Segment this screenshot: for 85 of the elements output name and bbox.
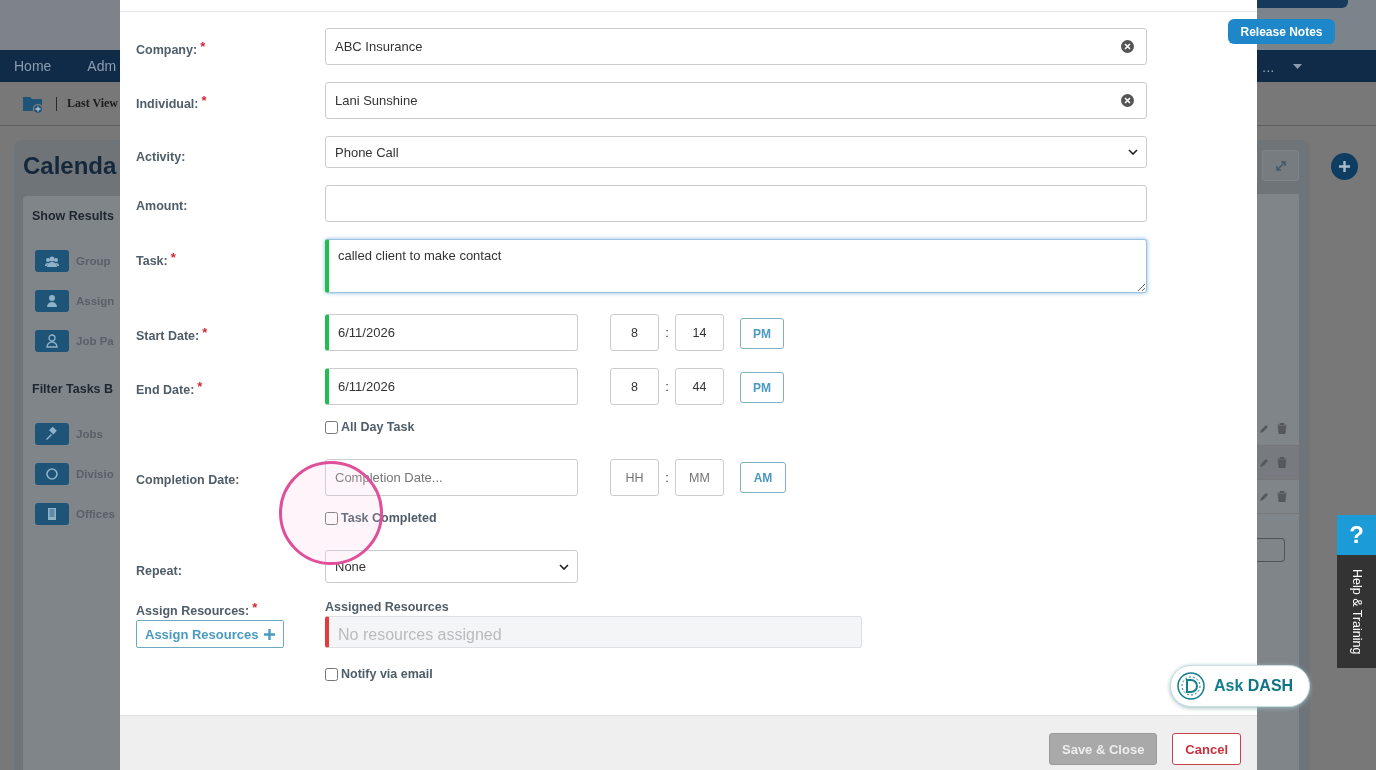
field-label: Task: bbox=[136, 254, 168, 268]
required-mark: * bbox=[201, 93, 207, 108]
filter-button[interactable] bbox=[35, 503, 69, 525]
trash-icon bbox=[1277, 423, 1287, 434]
input-field[interactable]: ABC Insurance bbox=[325, 28, 1147, 65]
input-field[interactable]: Lani Sunshine bbox=[325, 82, 1147, 119]
pencil-icon bbox=[1259, 423, 1269, 434]
date-field[interactable]: 6/11/2026 bbox=[325, 314, 578, 351]
checkbox[interactable] bbox=[325, 420, 338, 434]
input-field[interactable] bbox=[1257, 538, 1285, 562]
minute-field[interactable]: MM bbox=[675, 459, 724, 496]
cancel-button[interactable]: Cancel bbox=[1172, 733, 1241, 765]
task-field[interactable]: called client to make contact bbox=[325, 239, 1147, 293]
help-icon[interactable]: ? bbox=[1337, 515, 1376, 555]
clear-icon[interactable] bbox=[1121, 40, 1134, 53]
field-label: Individual: bbox=[136, 97, 199, 111]
meridiem-toggle[interactable]: PM bbox=[740, 318, 784, 349]
minute-field[interactable]: 44 bbox=[675, 368, 724, 405]
user-icon bbox=[45, 294, 59, 308]
checkbox[interactable] bbox=[325, 511, 338, 525]
empty-message: No resources assigned bbox=[338, 626, 502, 644]
time-separator: : bbox=[664, 469, 670, 487]
nav-link[interactable]: Adm bbox=[87, 58, 117, 74]
help-tab-label[interactable]: Help & Training bbox=[1337, 555, 1376, 668]
select-field[interactable]: Phone Call bbox=[325, 136, 1147, 168]
plus-icon bbox=[1339, 161, 1350, 172]
time-separator: : bbox=[664, 378, 670, 396]
user-outline-icon bbox=[45, 334, 59, 348]
checkbox[interactable] bbox=[325, 667, 338, 681]
field-label: Company: bbox=[136, 43, 198, 57]
field-label: Completion Date: bbox=[136, 473, 240, 487]
field-label: Assign Resources: bbox=[136, 604, 250, 618]
field-label: Amount: bbox=[136, 199, 188, 213]
field-label: Activity: bbox=[136, 150, 186, 164]
filter-button[interactable] bbox=[35, 290, 69, 312]
required-mark: * bbox=[252, 600, 258, 615]
add-button[interactable] bbox=[1331, 153, 1358, 180]
field-label: Repeat: bbox=[136, 564, 182, 578]
hour-field[interactable]: 8 bbox=[610, 314, 659, 351]
button-label[interactable]: Ask DASH bbox=[1214, 677, 1294, 695]
required-mark: * bbox=[202, 325, 208, 340]
chevron-down-icon bbox=[559, 563, 569, 570]
minute-field[interactable]: 14 bbox=[675, 314, 724, 351]
filter-button[interactable] bbox=[35, 250, 69, 272]
group-icon bbox=[45, 254, 59, 268]
gavel-icon bbox=[45, 427, 59, 441]
meridiem-toggle[interactable]: PM bbox=[740, 372, 784, 403]
chevron-down-icon bbox=[1128, 149, 1138, 155]
section-heading: Filter Tasks B bbox=[32, 382, 114, 396]
required-mark: * bbox=[197, 379, 203, 394]
ask-dash-button[interactable]: Ask DASH bbox=[1170, 665, 1310, 707]
required-mark: * bbox=[170, 250, 176, 265]
breadcrumb-label: Last View bbox=[67, 96, 118, 111]
filter-button[interactable] bbox=[35, 423, 69, 445]
trash-icon bbox=[1277, 457, 1287, 468]
page-title: Calenda bbox=[23, 151, 117, 181]
document-icon bbox=[45, 507, 59, 521]
required-mark: * bbox=[200, 39, 206, 54]
date-field[interactable]: 6/11/2026 bbox=[325, 368, 578, 405]
time-separator: : bbox=[664, 324, 670, 342]
hour-field[interactable]: HH bbox=[610, 459, 659, 496]
section-label: Assigned Resources bbox=[325, 600, 450, 615]
meridiem-toggle[interactable]: AM bbox=[740, 462, 786, 493]
assign-resources-button[interactable]: Assign Resources bbox=[136, 620, 285, 648]
assistant-logo-icon bbox=[1176, 671, 1206, 701]
help-tab[interactable]: ? Help & Training bbox=[1337, 515, 1376, 668]
filter-button[interactable] bbox=[35, 463, 69, 485]
expand-icon bbox=[1274, 159, 1287, 172]
nav-link[interactable]: Home bbox=[14, 58, 52, 74]
section-heading: Show Results bbox=[32, 209, 114, 223]
nav-more[interactable]: ... bbox=[1262, 57, 1275, 75]
caret-icon bbox=[1292, 63, 1302, 69]
release-notes-button[interactable]: Release Notes bbox=[1228, 19, 1335, 44]
circle-icon bbox=[45, 467, 59, 481]
pencil-icon bbox=[1259, 457, 1269, 468]
trash-icon bbox=[1277, 491, 1287, 502]
checkbox-label[interactable]: Notify via email bbox=[341, 667, 433, 681]
plus-icon bbox=[264, 628, 276, 640]
filter-button[interactable] bbox=[35, 330, 69, 352]
pencil-icon bbox=[1259, 491, 1269, 502]
field-label: End Date: bbox=[136, 383, 195, 397]
field-label: Start Date: bbox=[136, 329, 200, 343]
hour-field[interactable]: 8 bbox=[610, 368, 659, 405]
checkbox-label[interactable]: All Day Task bbox=[341, 420, 415, 434]
clear-icon[interactable] bbox=[1121, 94, 1134, 107]
